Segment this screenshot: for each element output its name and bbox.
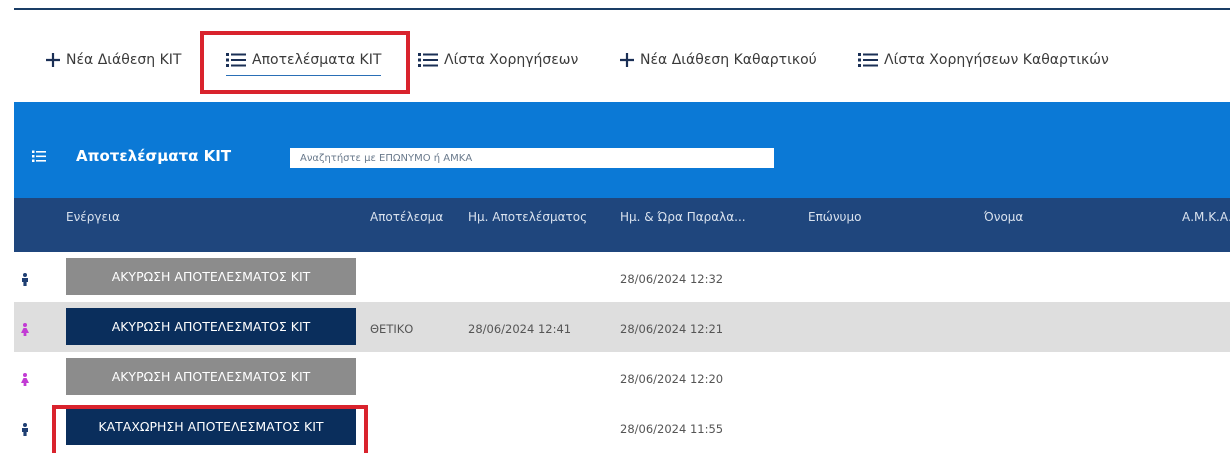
received-datetime-cell: 28/06/2024 12:32	[620, 272, 724, 286]
nav-kit-results-label: Αποτελέσματα ΚΙΤ	[252, 52, 382, 68]
female-person-icon	[21, 371, 29, 390]
column-header-amka[interactable]: Α.Μ.Κ.Α.	[1182, 210, 1230, 224]
column-header-result-date[interactable]: Ημ. Αποτελέσματος	[468, 210, 587, 224]
table-row: ΑΚΥΡΩΣΗ ΑΠΟΤΕΛΕΣΜΑΤΟΣ ΚΙΤ 28/06/2024 12:…	[14, 252, 1230, 302]
result-date-cell: 28/06/2024 12:41	[468, 322, 572, 336]
list-icon	[226, 52, 246, 68]
column-header-result[interactable]: Αποτέλεσμα	[370, 210, 443, 224]
list-icon	[858, 52, 878, 68]
cancel-kit-result-button[interactable]: ΑΚΥΡΩΣΗ ΑΠΟΤΕΛΕΣΜΑΤΟΣ ΚΙΤ	[66, 258, 356, 295]
plus-icon	[620, 53, 634, 67]
column-header-surname[interactable]: Επώνυμο	[808, 210, 861, 224]
nav-new-laxative-label: Νέα Διάθεση Καθαρτικού	[640, 52, 817, 68]
panel-title: Αποτελέσματα ΚΙΤ	[76, 147, 232, 165]
nav-new-laxative[interactable]: Νέα Διάθεση Καθαρτικού	[620, 48, 817, 72]
received-datetime-cell: 28/06/2024 11:55	[620, 422, 724, 436]
table-row: ΚΑΤΑΧΩΡΗΣΗ ΑΠΟΤΕΛΕΣΜΑΤΟΣ ΚΙΤ 28/06/2024 …	[14, 402, 1230, 453]
nav-laxative-list-label: Λίστα Χορηγήσεων Καθαρτικών	[884, 52, 1109, 68]
male-person-icon	[21, 421, 29, 440]
female-person-icon	[21, 321, 29, 340]
received-datetime-cell: 28/06/2024 12:21	[620, 322, 724, 336]
plus-icon	[46, 53, 60, 67]
result-cell: ΘΕΤΙΚΟ	[370, 322, 414, 336]
list-icon	[418, 52, 438, 68]
column-header-name[interactable]: Όνομα	[984, 210, 1023, 224]
column-header-received-datetime[interactable]: Ημ. & Ώρα Παραλα...	[620, 210, 746, 224]
table-row: ΑΚΥΡΩΣΗ ΑΠΟΤΕΛΕΣΜΑΤΟΣ ΚΙΤ 28/06/2024 12:…	[14, 352, 1230, 402]
cancel-kit-result-button[interactable]: ΑΚΥΡΩΣΗ ΑΠΟΤΕΛΕΣΜΑΤΟΣ ΚΙΤ	[66, 308, 356, 345]
table-row: ΑΚΥΡΩΣΗ ΑΠΟΤΕΛΕΣΜΑΤΟΣ ΚΙΤ ΘΕΤΙΚΟ 28/06/2…	[14, 302, 1230, 352]
column-header-action[interactable]: Ενέργεια	[66, 210, 120, 224]
list-icon[interactable]	[32, 148, 46, 167]
register-kit-result-button[interactable]: ΚΑΤΑΧΩΡΗΣΗ ΑΠΟΤΕΛΕΣΜΑΤΟΣ ΚΙΤ	[66, 408, 356, 445]
nav-new-kit[interactable]: Νέα Διάθεση ΚΙΤ	[46, 48, 181, 72]
male-person-icon	[21, 271, 29, 290]
received-datetime-cell: 28/06/2024 12:20	[620, 372, 724, 386]
table-header: Ενέργεια Αποτέλεσμα Ημ. Αποτελέσματος Ημ…	[14, 198, 1230, 252]
cancel-kit-result-button[interactable]: ΑΚΥΡΩΣΗ ΑΠΟΤΕΛΕΣΜΑΤΟΣ ΚΙΤ	[66, 358, 356, 395]
results-panel-header: Αποτελέσματα ΚΙΤ	[14, 102, 1230, 198]
nav-administrations-list-label: Λίστα Χορηγήσεων	[444, 52, 579, 68]
top-nav: Νέα Διάθεση ΚΙΤ Αποτελέσματα ΚΙΤ Λίστα Χ…	[0, 10, 1230, 102]
search-input[interactable]	[290, 148, 774, 168]
nav-laxative-list[interactable]: Λίστα Χορηγήσεων Καθαρτικών	[858, 48, 1109, 72]
nav-new-kit-label: Νέα Διάθεση ΚΙΤ	[66, 52, 182, 68]
nav-kit-results[interactable]: Αποτελέσματα ΚΙΤ	[226, 48, 382, 76]
nav-administrations-list[interactable]: Λίστα Χορηγήσεων	[418, 48, 578, 72]
